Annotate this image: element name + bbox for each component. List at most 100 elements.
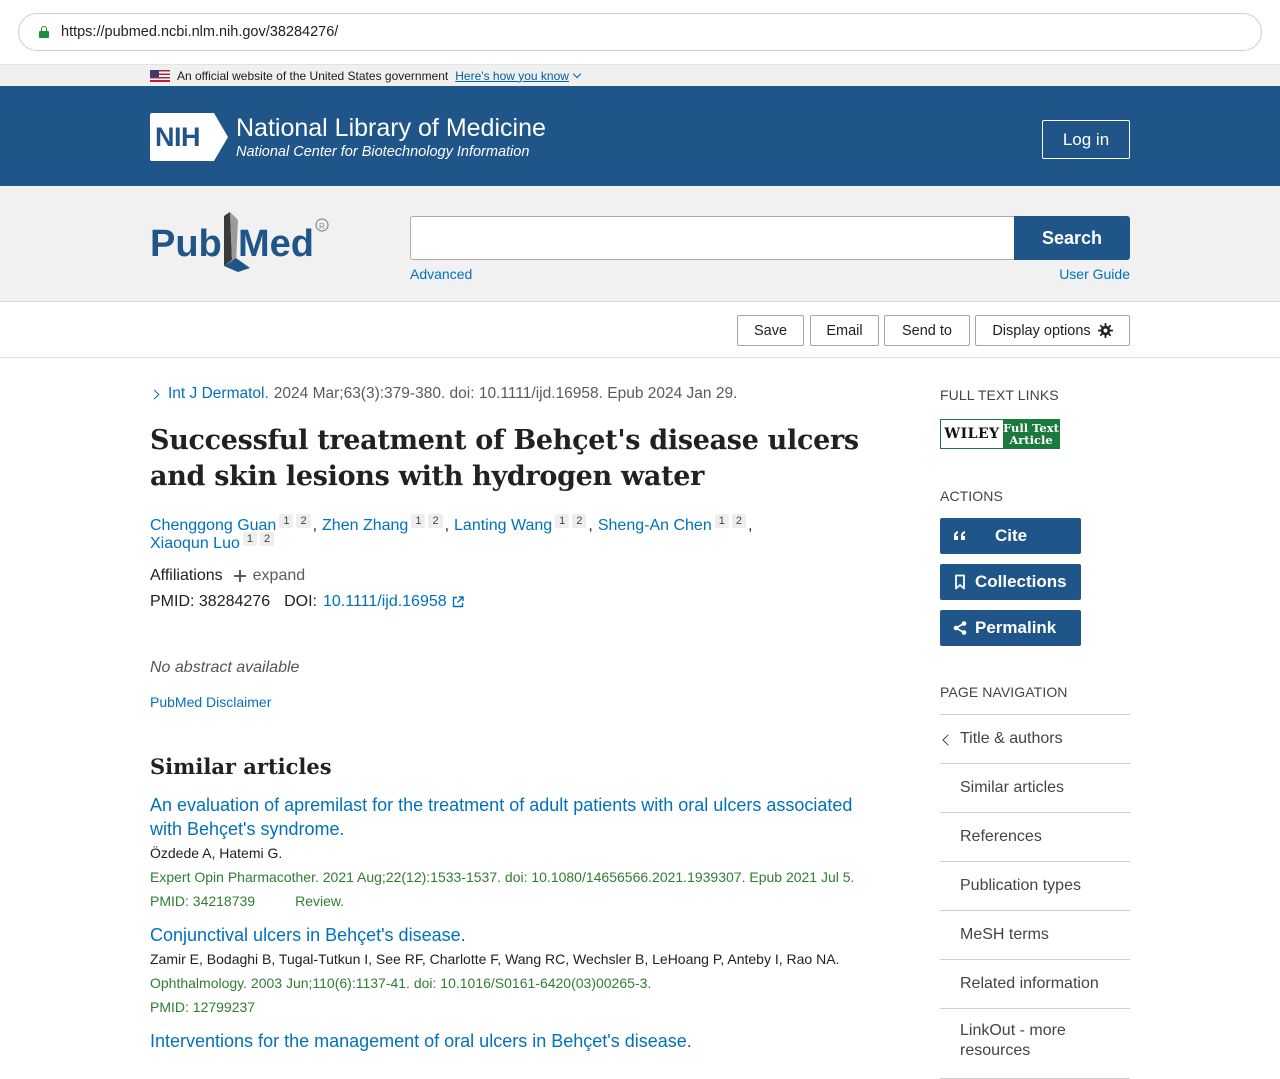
gov-banner-text: An official website of the United States… — [177, 68, 449, 83]
affiliations-toggle[interactable]: Affiliations expand — [150, 567, 865, 585]
similar-article-item: An evaluation of apremilast for the trea… — [150, 793, 865, 913]
chevron-left-icon — [942, 734, 954, 746]
cite-label: Cite — [995, 526, 1028, 545]
similar-article-type: Review. — [295, 893, 345, 909]
similar-article-authors: Zamir E, Bodaghi B, Tugal-Tutkun I, See … — [150, 951, 840, 967]
user-guide-link[interactable]: User Guide — [1059, 266, 1130, 282]
author-item: Chenggong Guan 1 2 — [150, 514, 311, 535]
address-bar[interactable]: https://pubmed.ncbi.nlm.nih.gov/38284276… — [18, 13, 1262, 51]
similar-article-title[interactable]: Interventions for the management of oral… — [150, 1029, 865, 1053]
similar-article-pmid: PMID: 12799237 — [150, 999, 256, 1015]
collections-button[interactable]: Collections — [940, 564, 1081, 600]
page-nav-publication-types[interactable]: Publication types — [940, 862, 1130, 911]
plus-icon — [233, 570, 246, 582]
wiley-logo: WILEY — [941, 420, 1003, 448]
login-button[interactable]: Log in — [1042, 120, 1130, 159]
cite-button[interactable]: Cite — [940, 518, 1081, 554]
email-button[interactable]: Email — [810, 315, 879, 346]
affiliation-number[interactable]: 2 — [572, 514, 587, 528]
pubmed-disclaimer-link[interactable]: PubMed Disclaimer — [150, 694, 865, 710]
actions-heading: ACTIONS — [940, 488, 1003, 504]
nlm-logo[interactable]: NIH National Library of Medicine Nationa… — [150, 113, 546, 161]
page-navigation-list: Title & authors Similar articles Referen… — [940, 714, 1130, 1079]
search-button[interactable]: Search — [1014, 216, 1130, 260]
actions-group: Cite Collections Permalink — [940, 518, 1130, 646]
article-toolbar: Save Email Send to Display options — [0, 302, 1280, 358]
page-nav-title-authors[interactable]: Title & authors — [940, 715, 1130, 764]
author-item: Zhen Zhang 1 2 — [322, 514, 443, 535]
author-link[interactable]: Xiaoqun Luo — [150, 535, 240, 553]
send-to-button[interactable]: Send to — [884, 315, 970, 346]
save-button[interactable]: Save — [737, 315, 804, 346]
gov-banner: An official website of the United States… — [0, 64, 1280, 86]
search-input[interactable] — [410, 216, 1014, 260]
advanced-search-link[interactable]: Advanced — [410, 266, 472, 282]
affiliation-number[interactable]: 2 — [296, 514, 311, 528]
bookmark-icon — [955, 574, 965, 590]
permalink-button[interactable]: Permalink — [940, 610, 1081, 646]
affiliation-number[interactable]: 2 — [428, 514, 443, 528]
expand-label: expand — [252, 567, 306, 584]
similar-article-title[interactable]: Conjunctival ulcers in Behçet's disease. — [150, 923, 865, 947]
pmid-label: PMID: — [150, 593, 195, 610]
citation-text: 2024 Mar;63(3):379-380. doi: 10.1111/ijd… — [273, 385, 738, 402]
similar-article-authors: Özdede A, Hatemi G. — [150, 845, 283, 861]
nih-badge-icon: NIH — [150, 113, 228, 161]
us-flag-icon — [150, 69, 170, 82]
author-link[interactable]: Chenggong Guan — [150, 517, 276, 535]
nlm-title: National Library of Medicine — [236, 114, 546, 142]
affiliation-number[interactable]: 1 — [411, 514, 426, 528]
display-options-label: Display options — [992, 322, 1091, 339]
permalink-label: Permalink — [975, 618, 1057, 637]
share-icon — [953, 621, 967, 635]
similar-article-pmid: PMID: 34218739 — [150, 893, 256, 909]
page-nav-references[interactable]: References — [940, 813, 1130, 862]
author-list: Chenggong Guan 1 2 , Zhen Zhang 1 2 , La… — [150, 514, 753, 553]
affiliation-number[interactable]: 1 — [242, 532, 257, 546]
similar-article-title[interactable]: An evaluation of apremilast for the trea… — [150, 793, 865, 841]
affiliation-number[interactable]: 1 — [714, 514, 729, 528]
page-nav-label: Title & authors — [960, 730, 1063, 747]
page-nav-linkout[interactable]: LinkOut - more resources — [940, 1009, 1130, 1079]
affiliation-number[interactable]: 2 — [731, 514, 746, 528]
author-link[interactable]: Zhen Zhang — [322, 517, 408, 535]
journal-link[interactable]: Int J Dermatol. — [168, 385, 269, 403]
wiley-full-text-link[interactable]: WILEY Full Text Article — [940, 419, 1060, 449]
author-link[interactable]: Sheng-An Chen — [598, 517, 712, 535]
similar-article-citation: Expert Opin Pharmacother. 2021 Aug;22(12… — [150, 869, 855, 885]
affiliation-number[interactable]: 1 — [555, 514, 570, 528]
page-nav-mesh-terms[interactable]: MeSH terms — [940, 911, 1130, 960]
author-link[interactable]: Lanting Wang — [454, 517, 552, 535]
affiliation-number[interactable]: 2 — [259, 532, 275, 546]
browser-chrome: https://pubmed.ncbi.nlm.nih.gov/38284276… — [0, 0, 1280, 64]
page-nav-similar-articles[interactable]: Similar articles — [940, 764, 1130, 813]
similar-article-citation: Ophthalmology. 2003 Jun;110(6):1137-41. … — [150, 975, 652, 991]
page-nav-label: Related information — [960, 975, 1099, 992]
how-you-know-link[interactable]: Here's how you know — [455, 69, 582, 83]
nih-badge-text: NIH — [155, 122, 201, 152]
page-nav-label: References — [960, 828, 1042, 845]
affiliations-label: Affiliations — [150, 567, 223, 584]
doi-label: DOI: — [284, 593, 317, 610]
full-text-links-heading: FULL TEXT LINKS — [940, 387, 1059, 403]
pubmed-logo[interactable]: Pub Med R — [150, 210, 340, 272]
nih-header: NIH National Library of Medicine Nationa… — [0, 86, 1280, 186]
display-options-button[interactable]: Display options — [975, 315, 1130, 346]
page-nav-label: Publication types — [960, 877, 1081, 894]
similar-articles-heading: Similar articles — [150, 754, 332, 779]
collections-label: Collections — [975, 572, 1067, 591]
affiliation-number[interactable]: 1 — [279, 514, 294, 528]
url-text[interactable]: https://pubmed.ncbi.nlm.nih.gov/38284276… — [61, 24, 338, 40]
doi-link[interactable]: 10.1111/ijd.16958 — [323, 593, 464, 611]
svg-text:R: R — [319, 222, 325, 231]
author-item: Xiaoqun Luo 1 2 — [150, 532, 275, 553]
chevron-right-icon[interactable] — [149, 389, 160, 399]
article-sidebar: FULL TEXT LINKS WILEY Full Text Article … — [940, 387, 1130, 1079]
lock-icon — [39, 26, 49, 38]
article-identifiers: PMID: 38284276 DOI: 10.1111/ijd.16958 — [150, 593, 865, 611]
page-nav-label: LinkOut - more resources — [960, 1022, 1066, 1059]
page-nav-related-information[interactable]: Related information — [940, 960, 1130, 1009]
article-main: Int J Dermatol. 2024 Mar;63(3):379-380. … — [149, 385, 865, 1053]
svg-text:Med: Med — [238, 223, 314, 265]
no-abstract-note: No abstract available — [150, 659, 300, 676]
